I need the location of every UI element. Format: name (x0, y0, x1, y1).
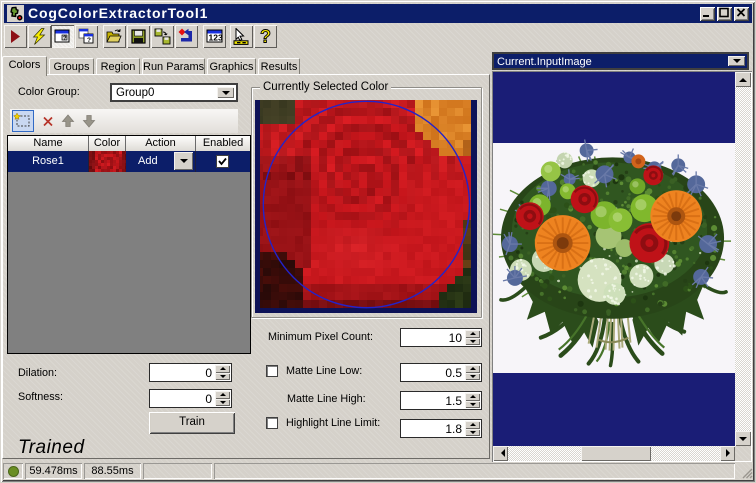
svg-text:123: 123 (209, 33, 223, 43)
svg-text:?: ? (260, 28, 271, 45)
svg-text:?: ? (63, 36, 67, 42)
svg-text:?: ? (87, 37, 91, 44)
